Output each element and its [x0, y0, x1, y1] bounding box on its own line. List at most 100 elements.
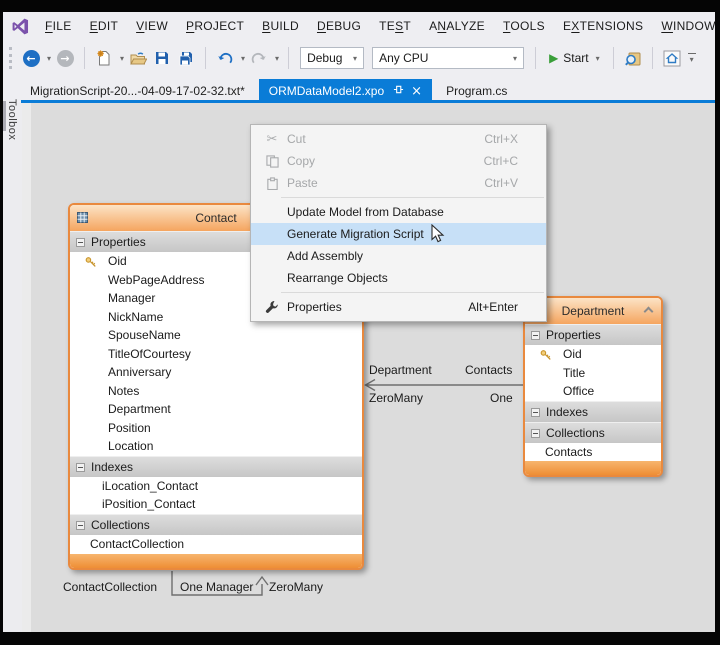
- collapse-minus-icon[interactable]: [76, 521, 85, 530]
- tab-label: MigrationScript-20...-04-09-17-02-32.txt…: [30, 84, 245, 98]
- propertie-row-position[interactable]: Position: [70, 419, 362, 438]
- entity-footer: [525, 461, 661, 475]
- association-multiplicity-one: One: [490, 391, 513, 405]
- row-label: Manager: [108, 291, 155, 305]
- menu-item-label: Copy: [285, 154, 315, 168]
- propertie-row-office[interactable]: Office: [525, 382, 661, 401]
- collapse-minus-icon[interactable]: [531, 408, 540, 417]
- toolbar-separator: [535, 47, 536, 69]
- menu-edit[interactable]: EDIT: [81, 19, 128, 33]
- menu-project[interactable]: PROJECT: [177, 19, 253, 33]
- collection-row-contactcollection[interactable]: ContactCollection: [70, 535, 362, 554]
- entity-footer: [70, 554, 362, 568]
- propertie-row-department[interactable]: Department: [70, 400, 362, 419]
- start-debugging-button[interactable]: ▶ Start ▾: [545, 51, 604, 65]
- toolbar-overflow-button[interactable]: ▾: [688, 53, 696, 64]
- overflow-caret: ▾: [690, 55, 694, 64]
- menu-item-rearrange-objects[interactable]: Rearrange Objects: [251, 267, 546, 289]
- menu-extensions[interactable]: EXTENSIONS: [554, 19, 652, 33]
- menu-item-label: Properties: [285, 300, 342, 314]
- new-item-icon: [97, 50, 111, 66]
- row-label: Contacts: [545, 445, 592, 459]
- propertie-row-title[interactable]: Title: [525, 364, 661, 383]
- menu-item-shortcut: Ctrl+X: [484, 132, 546, 146]
- start-dropdown-caret: ▾: [596, 54, 600, 63]
- start-label: Start: [563, 51, 588, 65]
- menu-item-add-assembly[interactable]: Add Assembly: [251, 245, 546, 267]
- section-header-indexes[interactable]: Indexes: [70, 456, 362, 477]
- undo-dropdown-caret[interactable]: ▾: [241, 54, 245, 63]
- redo-dropdown-caret[interactable]: ▾: [275, 54, 279, 63]
- section-header-collections[interactable]: Collections: [525, 422, 661, 443]
- canvas-left-margin: [22, 103, 31, 632]
- entity-department[interactable]: DepartmentPropertiesOidTitleOfficeIndexe…: [523, 296, 663, 477]
- propertie-row-titleofcourtesy[interactable]: TitleOfCourtesy: [70, 345, 362, 364]
- menu-analyze[interactable]: ANALYZE: [420, 19, 494, 33]
- section-header-collections[interactable]: Collections: [70, 514, 362, 535]
- solution-configuration-combo[interactable]: Debug ▾: [300, 47, 364, 69]
- propertie-row-oid[interactable]: Oid: [525, 345, 661, 364]
- menu-file[interactable]: FILE: [36, 19, 81, 33]
- row-label: Department: [108, 402, 171, 416]
- visual-studio-logo: [11, 17, 30, 36]
- menu-build[interactable]: BUILD: [253, 19, 308, 33]
- undo-button[interactable]: [215, 46, 235, 70]
- new-item-dropdown-caret[interactable]: ▾: [120, 54, 124, 63]
- toolbar-separator: [652, 47, 653, 69]
- collection-row-contacts[interactable]: Contacts: [525, 443, 661, 462]
- open-folder-icon: [130, 51, 147, 65]
- combo-caret: ▾: [345, 54, 357, 63]
- row-label: iLocation_Contact: [102, 479, 198, 493]
- save-all-button[interactable]: [176, 46, 196, 70]
- section-header-indexes[interactable]: Indexes: [525, 401, 661, 422]
- menu-window[interactable]: WINDOW: [652, 19, 720, 33]
- menu-item-update-model-from-database[interactable]: Update Model from Database: [251, 201, 546, 223]
- propertie-row-location[interactable]: Location: [70, 437, 362, 456]
- menu-item-generate-migration-script[interactable]: Generate Migration Script: [251, 223, 546, 245]
- row-label: WebPageAddress: [108, 273, 205, 287]
- solution-explorer-button[interactable]: [662, 46, 682, 70]
- toolbox-strip[interactable]: Toolbox: [3, 103, 22, 632]
- menu-bar: FILEEDITVIEWPROJECTBUILDDEBUGTESTANALYZE…: [3, 12, 715, 40]
- collapse-chevron-icon[interactable]: [644, 307, 654, 317]
- menu-tools[interactable]: TOOLS: [494, 19, 554, 33]
- section-label: Indexes: [546, 405, 588, 419]
- redo-button[interactable]: [249, 46, 269, 70]
- section-header-properties[interactable]: Properties: [525, 324, 661, 345]
- collapse-minus-icon[interactable]: [531, 429, 540, 438]
- collapse-minus-icon[interactable]: [76, 238, 85, 247]
- close-icon[interactable]: ×: [411, 85, 422, 98]
- row-label: iPosition_Contact: [102, 497, 195, 511]
- find-in-files-button[interactable]: [623, 46, 643, 70]
- save-button[interactable]: [152, 46, 172, 70]
- collapse-minus-icon[interactable]: [531, 331, 540, 340]
- designer-canvas[interactable]: Department Contacts ZeroMany One Contact…: [22, 103, 715, 632]
- navigate-forward-button[interactable]: →: [55, 46, 75, 70]
- propertie-row-notes[interactable]: Notes: [70, 382, 362, 401]
- pin-icon[interactable]: [393, 84, 404, 98]
- menu-item-properties[interactable]: PropertiesAlt+Enter: [251, 296, 546, 318]
- collapse-minus-icon[interactable]: [76, 463, 85, 472]
- new-item-button[interactable]: [94, 46, 114, 70]
- menu-view[interactable]: VIEW: [127, 19, 177, 33]
- save-icon: [155, 51, 169, 65]
- indexe-row-ilocation-contact[interactable]: iLocation_Contact: [70, 477, 362, 496]
- menu-debug[interactable]: DEBUG: [308, 19, 370, 33]
- open-file-button[interactable]: [128, 46, 148, 70]
- undo-icon: [217, 51, 233, 66]
- propertie-row-spousename[interactable]: SpouseName: [70, 326, 362, 345]
- association-role-contacts: Contacts: [465, 363, 512, 377]
- navigate-back-button[interactable]: ←: [21, 46, 41, 70]
- menu-test[interactable]: TEST: [370, 19, 420, 33]
- section-label: Indexes: [91, 460, 133, 474]
- back-dropdown-caret[interactable]: ▾: [47, 54, 51, 63]
- solution-platform-combo[interactable]: Any CPU ▾: [372, 47, 524, 69]
- save-all-icon: [178, 51, 195, 66]
- solution-platform-value: Any CPU: [379, 51, 428, 65]
- indexe-row-iposition-contact[interactable]: iPosition_Contact: [70, 495, 362, 514]
- menu-separator: [281, 197, 544, 198]
- toolbar-grip[interactable]: [9, 47, 13, 69]
- menu-item-paste: PasteCtrl+V: [251, 172, 546, 194]
- propertie-row-anniversary[interactable]: Anniversary: [70, 363, 362, 382]
- vs-window: FILEEDITVIEWPROJECTBUILDDEBUGTESTANALYZE…: [0, 0, 720, 645]
